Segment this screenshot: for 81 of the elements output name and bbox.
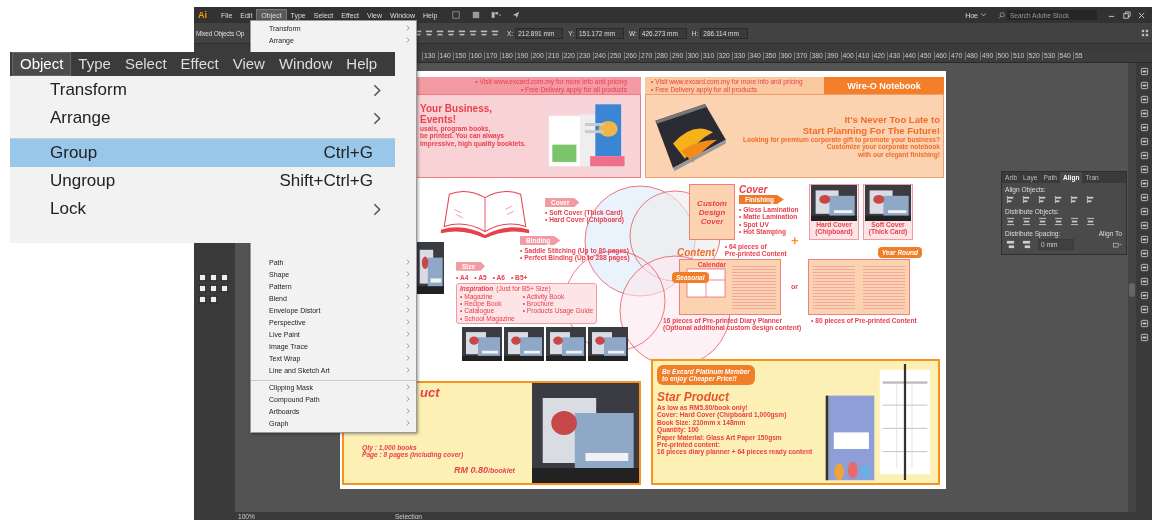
distribute-icon[interactable] (1006, 217, 1015, 226)
panel-icon[interactable] (1139, 165, 1149, 174)
align-icon[interactable] (425, 29, 433, 37)
panel-icon[interactable] (1139, 249, 1149, 258)
panel-icon[interactable] (1139, 305, 1149, 314)
chevron-icon (373, 83, 381, 97)
spacing-icon[interactable] (1022, 240, 1031, 249)
headline-text: Start Planning For The Future! (802, 124, 940, 136)
panel-icon[interactable] (1139, 67, 1149, 76)
content-heading: Content (677, 246, 715, 258)
panel-icon[interactable] (1139, 81, 1149, 90)
panel-icon[interactable] (1139, 263, 1149, 272)
distribute-icon[interactable] (1070, 217, 1079, 226)
distribute-icon[interactable] (1038, 217, 1047, 226)
cover-heading: Cover (739, 184, 769, 195)
distribute-icon[interactable] (1022, 217, 1031, 226)
grid-icon[interactable] (1141, 29, 1149, 37)
panel-icon[interactable] (1139, 95, 1149, 104)
align-icon[interactable] (1006, 195, 1015, 204)
panel-icon[interactable] (1139, 151, 1149, 160)
headline-text: It's Never Too Late to (844, 113, 940, 125)
menu-item[interactable]: Object (12, 52, 72, 76)
menu-entry[interactable]: Transform (10, 76, 395, 104)
cover-art-text: Design (698, 207, 726, 217)
panel-icon[interactable] (1139, 333, 1149, 342)
panel-icon[interactable] (1139, 291, 1149, 300)
panel-icon[interactable] (1139, 319, 1149, 328)
align-icon[interactable] (491, 29, 499, 37)
chevron-icon (373, 111, 381, 125)
product-title-banner: Wire-O Notebook (824, 77, 944, 94)
distribute-icon[interactable] (1054, 217, 1063, 226)
panel-icon[interactable] (1139, 179, 1149, 188)
plus-sign: + (791, 234, 800, 247)
align-icon[interactable] (480, 29, 488, 37)
product-title: uct (420, 385, 441, 400)
align-icon[interactable] (447, 29, 455, 37)
align-icon[interactable] (469, 29, 477, 37)
align-icon[interactable] (1038, 195, 1047, 204)
menu-item[interactable]: Effect (173, 53, 226, 75)
scrollbar-thumb[interactable] (1129, 283, 1135, 297)
menu-entry[interactable]: Arrange (10, 104, 395, 132)
align-to-icon[interactable] (1113, 240, 1122, 249)
headline-text: Events! (420, 114, 458, 125)
menu-entry[interactable]: Ungroup Shift+Ctrl+G (10, 167, 395, 195)
align-icon[interactable] (436, 29, 444, 37)
layout-icon[interactable] (491, 11, 502, 19)
stock-icon[interactable] (471, 11, 482, 19)
cover-art-text: Custom (697, 198, 727, 208)
search-icon (998, 11, 1005, 19)
close-icon[interactable] (1137, 10, 1146, 20)
align-icon[interactable] (1054, 195, 1063, 204)
send-icon[interactable] (511, 11, 522, 19)
distribute-icon[interactable] (1086, 217, 1095, 226)
restore-icon[interactable] (1122, 10, 1131, 20)
panel-icon[interactable] (1139, 193, 1149, 202)
panel-icon[interactable] (1139, 137, 1149, 146)
align-icon[interactable] (458, 29, 466, 37)
spacing-icon[interactable] (1006, 240, 1015, 249)
menu-entry[interactable]: Group Ctrl+G (10, 138, 395, 167)
align-icon[interactable] (1070, 195, 1079, 204)
square-icon[interactable] (451, 11, 462, 19)
menu-item[interactable]: Help (339, 53, 385, 75)
panel-icon[interactable] (1139, 207, 1149, 216)
menu-item[interactable]: View (225, 53, 272, 75)
menu-item[interactable]: Select (117, 53, 174, 75)
panel-icon[interactable] (1139, 221, 1149, 230)
panel-icon[interactable] (1139, 277, 1149, 286)
align-icon[interactable] (1022, 195, 1031, 204)
menu-item[interactable]: Type (71, 53, 118, 75)
app-logo: Ai (197, 10, 208, 20)
chevron-icon (373, 202, 381, 216)
panel-icon[interactable] (1139, 123, 1149, 132)
panel-icon[interactable] (1139, 109, 1149, 118)
panel-icon[interactable] (1139, 235, 1149, 244)
menu-entry[interactable]: Lock (10, 195, 395, 223)
star-product-title: Star Product (657, 391, 731, 404)
headline-text: Your Business, (420, 103, 494, 114)
caret-icon[interactable] (981, 13, 986, 17)
cover-art-text: Cover (700, 216, 724, 226)
align-icon[interactable] (1086, 195, 1095, 204)
menu-item[interactable]: Window (271, 53, 340, 75)
